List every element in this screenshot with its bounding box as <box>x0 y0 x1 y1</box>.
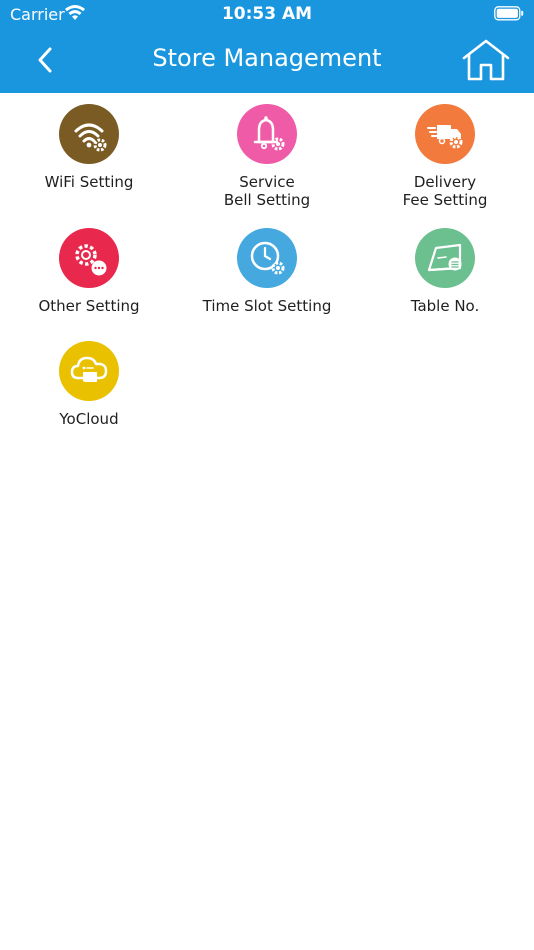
page-title: Store Management <box>152 44 382 72</box>
home-button[interactable] <box>460 38 512 82</box>
tile-table-no[interactable]: Table No. <box>356 228 534 315</box>
status-bar: Carrier 10:53 AM <box>0 0 534 28</box>
header-bar: Carrier 10:53 AM Store Management <box>0 0 534 93</box>
gears-more-icon <box>59 228 119 288</box>
tile-other-setting[interactable]: Other Setting <box>0 228 178 315</box>
clock-gear-icon <box>237 228 297 288</box>
bell-gear-icon <box>237 104 297 164</box>
tile-delivery-fee-setting[interactable]: Delivery Fee Setting <box>356 104 534 209</box>
tile-label: Delivery Fee Setting <box>402 173 488 209</box>
tile-label: WiFi Setting <box>44 173 134 191</box>
tile-label: Table No. <box>410 297 480 315</box>
tile-yocloud[interactable]: YoCloud <box>0 341 178 428</box>
tile-label: YoCloud <box>59 410 119 428</box>
tile-label: Other Setting <box>38 297 140 315</box>
battery-icon <box>494 6 524 26</box>
table-card-icon <box>415 228 475 288</box>
tile-label: Time Slot Setting <box>202 297 332 315</box>
delivery-truck-gear-icon <box>415 104 475 164</box>
cloud-icon <box>59 341 119 401</box>
status-time: 10:53 AM <box>221 4 313 24</box>
wifi-gear-icon <box>59 104 119 164</box>
tile-wifi-setting[interactable]: WiFi Setting <box>0 104 178 191</box>
navigation-bar: Store Management <box>0 28 534 93</box>
home-icon <box>462 39 510 81</box>
tile-service-bell-setting[interactable]: Service Bell Setting <box>178 104 356 209</box>
tile-label: Service Bell Setting <box>223 173 311 209</box>
tile-time-slot-setting[interactable]: Time Slot Setting <box>178 228 356 315</box>
